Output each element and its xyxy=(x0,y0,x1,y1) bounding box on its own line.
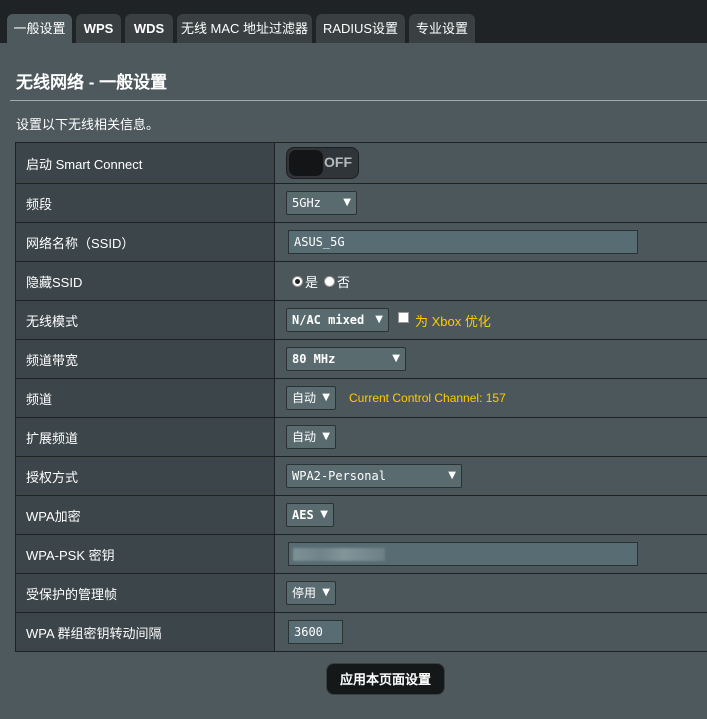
current-channel-info: Current Control Channel: 157 xyxy=(349,391,506,405)
chevron-down-icon: ▼ xyxy=(320,509,328,520)
apply-settings-button[interactable]: 应用本页面设置 xyxy=(326,663,445,695)
pmf-label: 受保护的管理帧 xyxy=(16,574,275,612)
auth-method-value: WPA2-Personal xyxy=(292,469,386,483)
row-extension-channel: 扩展频道 自动 ▼ xyxy=(16,418,707,457)
auth-method-select[interactable]: WPA2-Personal ▼ xyxy=(286,464,462,488)
tab-general[interactable]: 一般设置 xyxy=(7,14,72,43)
hide-ssid-yes-label: 是 xyxy=(305,274,319,290)
chevron-down-icon: ▼ xyxy=(343,197,351,208)
smart-connect-label: 启动 Smart Connect xyxy=(16,143,275,183)
tab-wps[interactable]: WPS xyxy=(76,14,121,43)
pmf-value: 停用 xyxy=(292,586,317,600)
channel-bandwidth-label: 频道带宽 xyxy=(16,340,275,378)
channel-bandwidth-value: 80 MHz xyxy=(292,352,336,366)
channel-label: 频道 xyxy=(16,379,275,417)
hide-ssid-no-radio[interactable] xyxy=(324,275,336,287)
extension-channel-select[interactable]: 自动 ▼ xyxy=(286,425,336,449)
extension-channel-value: 自动 xyxy=(292,430,317,444)
row-wireless-mode: 无线模式 N/AC mixed ▼ 为 Xbox 优化 xyxy=(16,301,707,340)
smart-connect-toggle[interactable]: OFF xyxy=(286,147,359,179)
wpa-encryption-select[interactable]: AES ▼ xyxy=(286,503,334,527)
tab-wds[interactable]: WDS xyxy=(125,14,173,43)
band-label: 频段 xyxy=(16,184,275,222)
wpa-encryption-label: WPA加密 xyxy=(16,496,275,534)
tab-professional[interactable]: 专业设置 xyxy=(409,14,475,43)
row-ssid: 网络名称（SSID） ASUS_5G xyxy=(16,223,707,262)
auth-method-label: 授权方式 xyxy=(16,457,275,495)
xbox-optimize-checkbox[interactable] xyxy=(398,311,409,323)
row-pmf: 受保护的管理帧 停用 ▼ xyxy=(16,574,707,613)
row-group-key-interval: WPA 群组密钥转动间隔 3600 xyxy=(16,613,707,651)
band-value: 5GHz xyxy=(292,196,321,210)
row-channel-bandwidth: 频道带宽 80 MHz ▼ xyxy=(16,340,707,379)
wpa-psk-label: WPA-PSK 密钥 xyxy=(16,535,275,573)
settings-table: 启动 Smart Connect OFF 频段 5GHz ▼ 网络名称（SSID… xyxy=(15,142,707,652)
page-title: 无线网络 - 一般设置 xyxy=(16,73,168,92)
chevron-down-icon: ▼ xyxy=(392,353,400,364)
title-divider xyxy=(10,100,707,101)
channel-value: 自动 xyxy=(292,391,317,405)
chevron-down-icon: ▼ xyxy=(322,587,330,598)
extension-channel-label: 扩展频道 xyxy=(16,418,275,456)
row-smart-connect: 启动 Smart Connect OFF xyxy=(16,143,707,184)
wireless-mode-select[interactable]: N/AC mixed ▼ xyxy=(286,308,389,332)
toggle-state-text: OFF xyxy=(324,154,352,170)
xbox-optimize-label: 为 Xbox 优化 xyxy=(415,313,491,329)
wpa-psk-input[interactable] xyxy=(288,542,638,566)
chevron-down-icon: ▼ xyxy=(322,431,330,442)
row-channel: 频道 自动 ▼ Current Control Channel: 157 xyxy=(16,379,707,418)
chevron-down-icon: ▼ xyxy=(448,470,456,481)
ssid-label: 网络名称（SSID） xyxy=(16,223,275,261)
ssid-input[interactable]: ASUS_5G xyxy=(288,230,638,254)
tab-mac-filter[interactable]: 无线 MAC 地址过滤器 xyxy=(177,14,312,43)
pmf-select[interactable]: 停用 ▼ xyxy=(286,581,336,605)
blurred-key-mask xyxy=(293,548,385,561)
channel-bandwidth-select[interactable]: 80 MHz ▼ xyxy=(286,347,406,371)
group-key-interval-input[interactable]: 3600 xyxy=(288,620,343,644)
tab-radius[interactable]: RADIUS设置 xyxy=(316,14,405,43)
hide-ssid-no-label: 否 xyxy=(337,274,351,290)
wpa-encryption-value: AES xyxy=(292,508,314,522)
row-wpa-encryption: WPA加密 AES ▼ xyxy=(16,496,707,535)
band-select[interactable]: 5GHz ▼ xyxy=(286,191,357,215)
chevron-down-icon: ▼ xyxy=(375,314,383,325)
row-hide-ssid: 隐藏SSID 是 否 xyxy=(16,262,707,301)
hide-ssid-label: 隐藏SSID xyxy=(16,262,275,300)
row-auth-method: 授权方式 WPA2-Personal ▼ xyxy=(16,457,707,496)
row-band: 频段 5GHz ▼ xyxy=(16,184,707,223)
chevron-down-icon: ▼ xyxy=(322,392,330,403)
wireless-mode-label: 无线模式 xyxy=(16,301,275,339)
channel-select[interactable]: 自动 ▼ xyxy=(286,386,336,410)
group-key-interval-label: WPA 群组密钥转动间隔 xyxy=(16,613,275,651)
toggle-knob xyxy=(289,150,323,176)
tab-bar: 一般设置 WPS WDS 无线 MAC 地址过滤器 RADIUS设置 专业设置 xyxy=(0,0,707,43)
page-description: 设置以下无线相关信息。 xyxy=(16,117,160,132)
wireless-mode-value: N/AC mixed xyxy=(292,313,365,327)
hide-ssid-yes-radio[interactable] xyxy=(292,275,303,287)
row-wpa-psk: WPA-PSK 密钥 xyxy=(16,535,707,574)
